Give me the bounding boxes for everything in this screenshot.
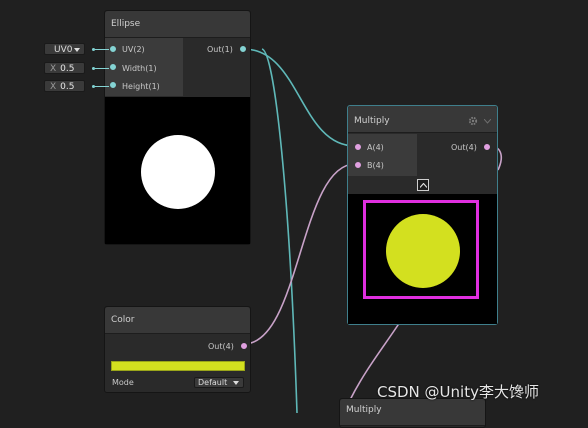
multiply-preview bbox=[348, 194, 497, 324]
ellipse-in-height-label: Height(1) bbox=[122, 82, 160, 91]
multiply-node-2[interactable]: Multiply bbox=[339, 398, 486, 428]
width-stub bbox=[95, 68, 109, 69]
ellipse-node[interactable]: Ellipse UV(2) Width(1) Height(1) Out(1) bbox=[104, 10, 251, 245]
connection-wires bbox=[243, 48, 502, 413]
ellipse-in-width-label: Width(1) bbox=[122, 64, 157, 73]
yellow-circle bbox=[386, 214, 460, 288]
ellipse-in-uv-port[interactable] bbox=[110, 46, 116, 52]
wire-ellipse-down bbox=[261, 48, 298, 413]
wire-color-to-multiply-b bbox=[243, 163, 356, 345]
chevron-down-icon[interactable] bbox=[484, 119, 491, 124]
uv-channel-dropdown[interactable]: UV0 bbox=[44, 43, 85, 55]
color-swatch[interactable] bbox=[111, 361, 245, 371]
multiply-node[interactable]: Multiply A(4) B(4) Out(4) bbox=[347, 105, 498, 325]
chevron-up-icon bbox=[420, 183, 427, 188]
ellipse-preview bbox=[105, 97, 250, 244]
watermark-text: CSDN @Unity李大馋师 bbox=[377, 383, 539, 401]
gear-icon[interactable] bbox=[468, 116, 478, 126]
width-axis-label: X bbox=[50, 64, 57, 74]
white-circle bbox=[141, 135, 215, 209]
height-axis-label: X bbox=[50, 82, 57, 92]
multiply-out-port[interactable] bbox=[484, 144, 490, 150]
mode-dropdown[interactable]: Default bbox=[194, 377, 244, 388]
width-value[interactable]: 0.5 bbox=[60, 64, 74, 74]
ellipse-in-uv-label: UV(2) bbox=[122, 45, 145, 54]
uv-stub bbox=[95, 49, 109, 50]
mode-label: Mode bbox=[112, 378, 134, 387]
color-node-title[interactable]: Color bbox=[105, 307, 250, 334]
height-value[interactable]: 0.5 bbox=[60, 82, 74, 92]
ellipse-out-label: Out(1) bbox=[207, 45, 233, 54]
multiply-in-b-port[interactable] bbox=[355, 162, 361, 168]
width-input[interactable]: X 0.5 bbox=[44, 62, 85, 74]
color-node[interactable]: Color Out(4) Mode Default bbox=[104, 306, 251, 393]
ellipse-in-height-port[interactable] bbox=[110, 82, 116, 88]
height-input[interactable]: X 0.5 bbox=[44, 80, 85, 92]
multiply-in-a-port[interactable] bbox=[355, 144, 361, 150]
dropdown-triangle-icon bbox=[233, 381, 239, 385]
height-stub bbox=[95, 86, 109, 87]
multiply-in-b-label: B(4) bbox=[367, 161, 384, 170]
ellipse-out-port[interactable] bbox=[240, 46, 246, 52]
uv-channel-value: UV0 bbox=[54, 45, 73, 55]
color-out-label: Out(4) bbox=[208, 342, 234, 351]
multiply-in-a-label: A(4) bbox=[367, 143, 384, 152]
ellipse-node-title[interactable]: Ellipse bbox=[105, 11, 250, 38]
multiply-out-label: Out(4) bbox=[451, 143, 477, 152]
dropdown-triangle-icon bbox=[74, 48, 80, 52]
wire-ellipse-to-multiply-a bbox=[243, 48, 356, 147]
mode-dropdown-value: Default bbox=[198, 378, 228, 387]
collapse-preview-button[interactable] bbox=[417, 179, 429, 191]
color-out-port[interactable] bbox=[241, 343, 247, 349]
ellipse-in-width-port[interactable] bbox=[110, 64, 116, 70]
